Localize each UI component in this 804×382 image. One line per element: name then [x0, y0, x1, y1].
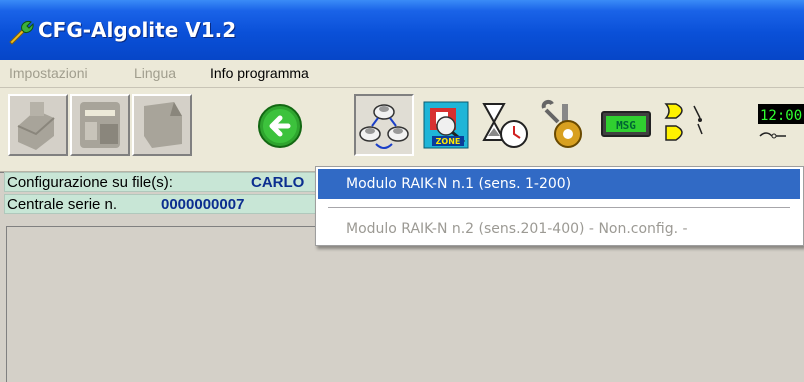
svg-text:12:00: 12:00 — [760, 108, 802, 124]
main-pane — [6, 226, 804, 382]
app-window: CFG-Algolite V1.2 Impostazioni Lingua In… — [0, 0, 804, 382]
sensors-network-button[interactable] — [354, 94, 414, 156]
logic-gates-icon — [664, 103, 703, 141]
menu-item-modulo-2-label: Modulo RAIK-N n.2 (sens.201-400) - Non.c… — [346, 221, 688, 237]
msg-button[interactable]: MSG — [596, 94, 656, 156]
svg-text:ZONE: ZONE — [436, 137, 461, 146]
timer-button[interactable] — [474, 94, 534, 156]
msg-icon: MSG — [601, 111, 651, 137]
config-info-row: Configurazione su file(s): CARLO — [4, 172, 322, 192]
tools-gear-icon — [541, 99, 582, 148]
card-icon — [144, 102, 182, 148]
menu-lingua[interactable]: Lingua — [134, 65, 176, 81]
wrench-icon — [9, 21, 34, 45]
serial-value: 0000000007 — [161, 196, 245, 213]
menu-bar: Impostazioni Lingua Info programma — [0, 60, 804, 88]
svg-text:MSG: MSG — [616, 119, 636, 132]
serial-info-row: Centrale serie n. 0000000007 — [4, 194, 322, 214]
printer-button[interactable] — [8, 94, 68, 156]
title-bar[interactable]: CFG-Algolite V1.2 — [0, 0, 804, 60]
card-button[interactable] — [132, 94, 192, 156]
toolbar: ZONE MSG 12:00 — [0, 88, 804, 172]
sensors-network-icon — [359, 104, 409, 149]
logic-gates-button[interactable] — [656, 94, 716, 156]
menu-item-modulo-2[interactable]: Modulo RAIK-N n.2 (sens.201-400) - Non.c… — [318, 214, 800, 244]
menu-info-programma[interactable]: Info programma — [210, 65, 309, 81]
tools-button[interactable] — [534, 94, 594, 156]
config-label: Configurazione su file(s): — [7, 174, 173, 191]
menu-impostazioni[interactable]: Impostazioni — [9, 65, 88, 81]
zone-icon: ZONE — [423, 101, 469, 149]
window-icon — [80, 102, 120, 148]
menu-item-modulo-1-label: Modulo RAIK-N n.1 (sens. 1-200) — [346, 176, 572, 192]
back-arrow-icon — [258, 104, 302, 148]
hourglass-timer-icon — [482, 103, 528, 148]
window-title: CFG-Algolite V1.2 — [38, 18, 237, 42]
clock-display-icon: 12:00 — [758, 104, 804, 139]
window-button[interactable] — [70, 94, 130, 156]
serial-label: Centrale serie n. — [7, 196, 118, 213]
printer-icon — [17, 102, 55, 150]
clock-button[interactable]: 12:00 — [754, 94, 804, 156]
back-button[interactable] — [250, 94, 310, 156]
config-value: CARLO — [251, 174, 305, 191]
menu-separator — [328, 207, 790, 209]
menu-item-modulo-1[interactable]: Modulo RAIK-N n.1 (sens. 1-200) — [318, 169, 800, 199]
zone-button[interactable]: ZONE — [416, 94, 476, 156]
modulo-dropdown-menu: Modulo RAIK-N n.1 (sens. 1-200) Modulo R… — [315, 166, 804, 246]
